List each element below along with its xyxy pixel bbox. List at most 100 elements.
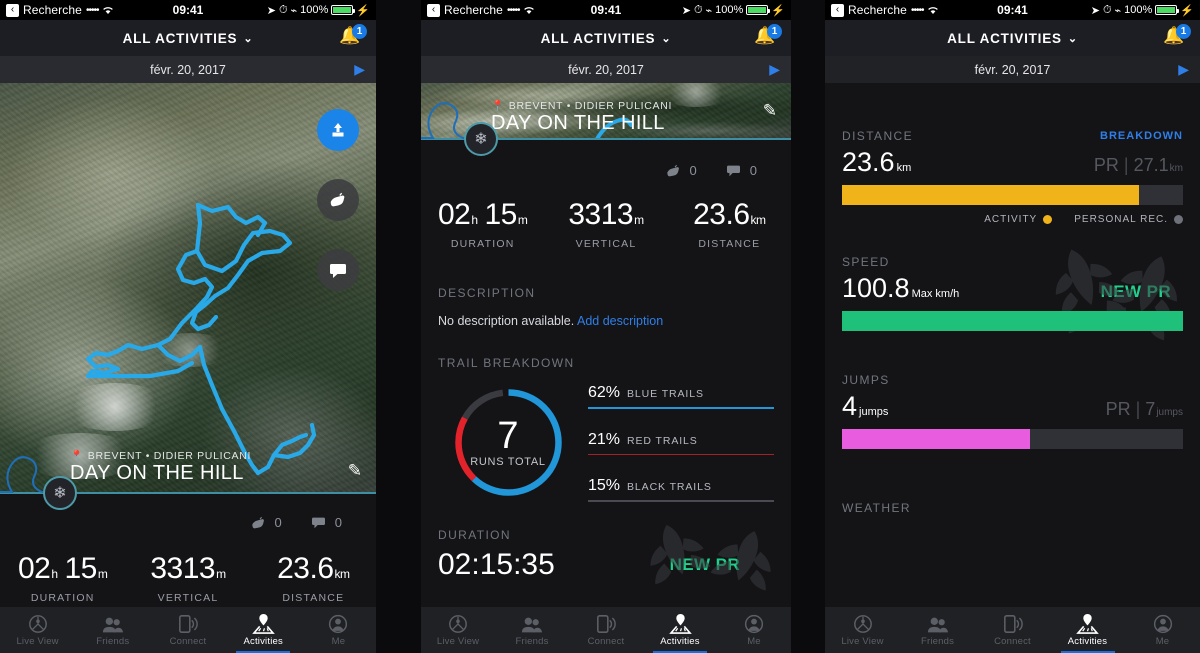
screenshot-stage: ‹ Recherche ••••• 09:41 ➤ ⏱ ⌁ 100% ⚡ ALL… bbox=[0, 0, 1200, 653]
alarm-icon: ⏱ bbox=[1102, 3, 1112, 16]
activity-location: 📍 BREVENT • DIDIER PULICANI bbox=[491, 99, 779, 113]
share-upload-icon bbox=[332, 123, 344, 137]
notifications-button[interactable]: 🔔 1 bbox=[1163, 24, 1191, 51]
signal-dots: ••••• bbox=[910, 4, 924, 16]
tab-label: Activities bbox=[660, 636, 700, 647]
comments-counter[interactable]: 0 bbox=[725, 163, 757, 178]
activity-map[interactable]: 📍 BREVENT • DIDIER PULICANI DAY ON THE H… bbox=[0, 83, 376, 493]
tab-friends[interactable]: Friends bbox=[75, 607, 150, 653]
summary-stats: 02h 15m DURATION 3313m VERTICAL 23.6km DI… bbox=[0, 530, 376, 614]
lightning-bolt-icon: ⚡ bbox=[1180, 4, 1194, 17]
metric-value-number: 23.6 bbox=[842, 147, 895, 177]
like-button[interactable] bbox=[317, 179, 359, 221]
distance-unit: km bbox=[750, 213, 767, 227]
notifications-button[interactable]: 🔔 1 bbox=[754, 24, 782, 51]
person-icon bbox=[328, 613, 348, 634]
chevron-left-icon[interactable]: ‹ bbox=[427, 3, 440, 17]
play-triangle-icon[interactable]: ▶ bbox=[769, 61, 780, 78]
legend-pr-label: PERSONAL REC. bbox=[1074, 214, 1168, 225]
pencil-icon[interactable]: ✎ bbox=[348, 461, 362, 481]
tab-connect[interactable]: Connect bbox=[569, 607, 643, 653]
tab-live-view[interactable]: Live View bbox=[0, 607, 75, 653]
tab-activities[interactable]: Activities bbox=[1050, 607, 1125, 653]
stat-label: DISTANCE bbox=[698, 238, 761, 250]
play-triangle-icon[interactable]: ▶ bbox=[1178, 61, 1189, 78]
status-bar-left: ‹ Recherche ••••• bbox=[6, 3, 114, 17]
alarm-icon: ⏱ bbox=[278, 3, 288, 16]
stat-label: DISTANCE bbox=[282, 592, 345, 604]
comments-counter[interactable]: 0 bbox=[310, 515, 342, 530]
comment-button[interactable] bbox=[317, 249, 359, 291]
lightning-bolt-icon: ⚡ bbox=[356, 4, 370, 17]
tab-label: Live View bbox=[436, 636, 480, 647]
stat-value: 23.6km bbox=[251, 554, 376, 584]
duration-hours: 02 bbox=[437, 198, 471, 231]
connect-icon bbox=[178, 613, 198, 634]
notifications-button[interactable]: 🔔 1 bbox=[339, 24, 367, 51]
tab-label: Connect bbox=[169, 636, 207, 647]
speech-bubble-icon bbox=[310, 516, 327, 529]
metric-heading: DISTANCE bbox=[842, 129, 913, 143]
date-label: févr. 20, 2017 bbox=[150, 62, 226, 77]
likes-count: 0 bbox=[274, 515, 282, 530]
tab-activities[interactable]: Activities bbox=[226, 607, 301, 653]
activities-filter-dropdown[interactable]: ALL ACTIVITIES ⌄ bbox=[541, 31, 672, 46]
metric-personal-record: PR | 27.1km bbox=[1093, 155, 1183, 175]
legend-item-red: 21% RED TRAILS bbox=[588, 431, 774, 455]
summary-stats: 02h 15m DURATION 3313m VERTICAL 23.6km DI… bbox=[421, 178, 791, 260]
stat-distance: 23.6km DISTANCE bbox=[251, 554, 376, 605]
wifi-icon bbox=[927, 5, 939, 15]
tab-me[interactable]: Me bbox=[1125, 607, 1200, 653]
trail-breakdown-section: TRAIL BREAKDOWN 7 RUNS TOTAL 62% BLUE TR… bbox=[421, 328, 791, 502]
avatar[interactable]: ❄ bbox=[464, 122, 498, 156]
high-five-icon bbox=[250, 516, 267, 530]
breakdown-link[interactable]: BREAKDOWN bbox=[1100, 130, 1183, 142]
date-label: févr. 20, 2017 bbox=[974, 62, 1051, 77]
likes-counter[interactable]: 0 bbox=[250, 515, 282, 530]
tab-friends[interactable]: Friends bbox=[900, 607, 975, 653]
share-button[interactable] bbox=[317, 109, 359, 151]
tab-me[interactable]: Me bbox=[717, 607, 791, 653]
activities-filter-dropdown[interactable]: ALL ACTIVITIES ⌄ bbox=[123, 31, 254, 46]
stat-vertical: 3313m VERTICAL bbox=[125, 552, 250, 605]
add-description-link[interactable]: Add description bbox=[577, 314, 663, 328]
play-triangle-icon[interactable]: ▶ bbox=[354, 61, 365, 78]
notification-badge: 1 bbox=[767, 24, 782, 39]
date-bar: févr. 20, 2017 ▶ bbox=[825, 56, 1200, 83]
phone-panel-details: ‹ Recherche ••••• 09:41 ➤ ⏱ ⌁ 100% ⚡ ALL… bbox=[421, 0, 791, 653]
likes-counter[interactable]: 0 bbox=[665, 163, 697, 178]
pr-value: 27.1 bbox=[1133, 155, 1169, 175]
stat-value: 3313m bbox=[544, 200, 667, 230]
avatar[interactable]: ❄ bbox=[43, 476, 77, 510]
metric-distance-bar bbox=[842, 185, 1183, 205]
vertical-value: 3313 bbox=[150, 552, 216, 585]
activities-filter-dropdown[interactable]: ALL ACTIVITIES ⌄ bbox=[947, 31, 1078, 46]
tab-activities[interactable]: Activities bbox=[643, 607, 717, 653]
activities-pin-icon bbox=[668, 613, 692, 634]
metric-heading: SPEED bbox=[842, 255, 890, 269]
metric-speed-bar bbox=[842, 311, 1183, 331]
chevron-down-icon: ⌄ bbox=[243, 32, 254, 45]
stat-value: 02h 15m bbox=[421, 200, 544, 230]
chevron-left-icon[interactable]: ‹ bbox=[6, 3, 19, 17]
live-view-icon bbox=[448, 613, 468, 634]
alarm-icon: ⏱ bbox=[693, 3, 703, 16]
tab-live-view[interactable]: Live View bbox=[421, 607, 495, 653]
tab-me[interactable]: Me bbox=[301, 607, 376, 653]
activities-pin-icon bbox=[1076, 613, 1099, 634]
metric-value-number: 4 bbox=[842, 391, 858, 421]
status-bar: ‹ Recherche ••••• 09:41 ➤ ⏱ ⌁ 100% ⚡ bbox=[825, 0, 1200, 20]
pencil-icon[interactable]: ✎ bbox=[763, 101, 777, 121]
chevron-left-icon[interactable]: ‹ bbox=[831, 3, 844, 17]
tab-label: Friends bbox=[96, 636, 130, 647]
nav-bar: ALL ACTIVITIES ⌄ 🔔 1 bbox=[421, 20, 791, 56]
pr-unit: jumps bbox=[1156, 407, 1183, 418]
tab-connect[interactable]: Connect bbox=[150, 607, 225, 653]
notification-badge: 1 bbox=[1176, 24, 1191, 39]
carrier-label: Recherche bbox=[23, 3, 82, 17]
bar-fill bbox=[842, 185, 1139, 205]
battery-percent: 100% bbox=[300, 4, 329, 16]
tab-friends[interactable]: Friends bbox=[495, 607, 569, 653]
tab-live-view[interactable]: Live View bbox=[825, 607, 900, 653]
tab-connect[interactable]: Connect bbox=[975, 607, 1050, 653]
